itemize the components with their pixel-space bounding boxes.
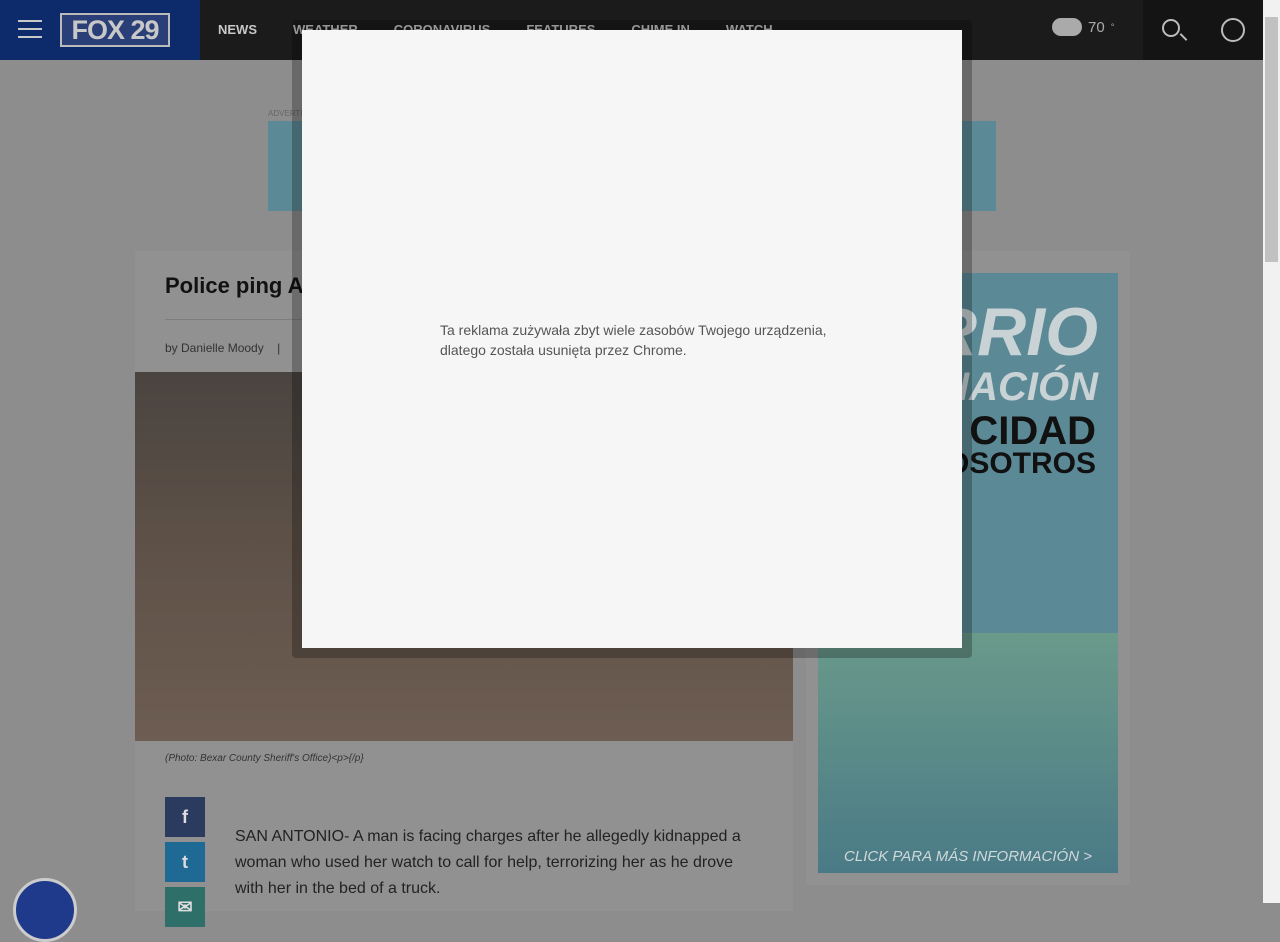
author[interactable]: by Danielle Moody: [165, 341, 264, 355]
degree: °: [1110, 22, 1115, 32]
icon-box: [1143, 0, 1263, 60]
temperature: 70: [1088, 18, 1105, 36]
article-body: SAN ANTONIO- A man is facing charges aft…: [235, 828, 741, 897]
byline-separator: |: [277, 341, 281, 355]
menu-icon[interactable]: [18, 20, 42, 38]
article-title: Police ping A: [165, 273, 304, 298]
scrollbar[interactable]: [1263, 0, 1280, 903]
ad-illustration: [818, 633, 1118, 873]
facebook-share-button[interactable]: f: [165, 797, 205, 837]
search-icon[interactable]: [1162, 19, 1180, 37]
logo-area: FOX 29: [0, 0, 200, 60]
email-share-button[interactable]: ✉: [165, 887, 205, 927]
scrollbar-thumb[interactable]: [1265, 17, 1278, 262]
nav-news[interactable]: NEWS: [218, 22, 257, 37]
twitter-share-button[interactable]: t: [165, 842, 205, 882]
ad-cta[interactable]: CLICK PARA MÁS INFORMACIÓN >: [818, 848, 1118, 865]
removed-ad-frame: Ta reklama zużywała zbyt wiele zasobów T…: [302, 30, 962, 648]
heavy-ad-message: Ta reklama zużywała zbyt wiele zasobów T…: [440, 322, 827, 358]
user-icon[interactable]: [1221, 18, 1245, 42]
fox29-logo[interactable]: FOX 29: [60, 13, 170, 47]
facebook-icon: f: [182, 807, 188, 827]
accessibility-button[interactable]: [13, 878, 77, 942]
twitter-icon: t: [182, 852, 188, 872]
email-icon: ✉: [177, 897, 193, 917]
photo-caption: (Photo: Bexar County Sheriff's Office)<p…: [165, 753, 364, 764]
byline: by Danielle Moody |: [165, 341, 280, 355]
weather-widget[interactable]: 70 °: [1052, 18, 1114, 36]
cloud-icon: [1052, 18, 1082, 36]
